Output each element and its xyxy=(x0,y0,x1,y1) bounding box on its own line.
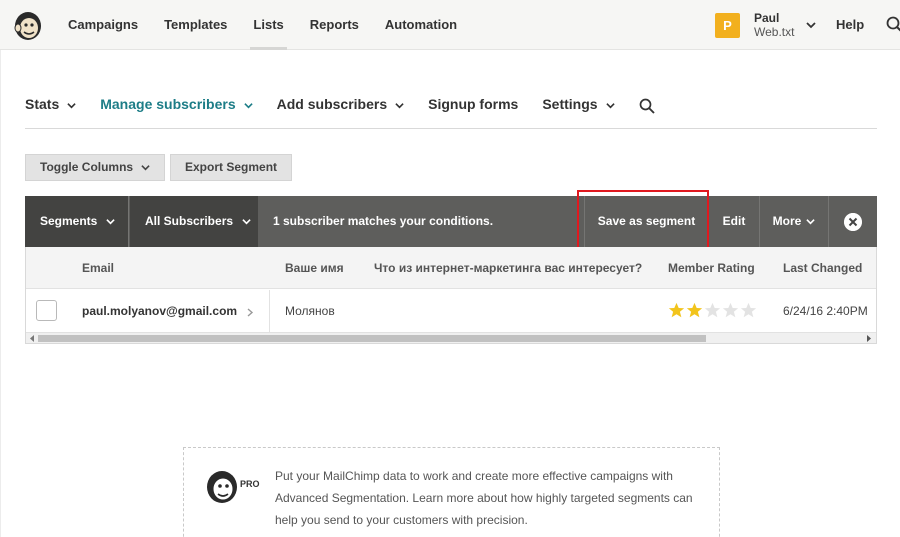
account-org: Web.txt xyxy=(754,25,795,39)
subnav-settings[interactable]: Settings xyxy=(542,96,615,118)
edit-button[interactable]: Edit xyxy=(709,196,760,247)
account-name: Paul xyxy=(754,11,780,25)
chevron-down-icon xyxy=(806,219,816,225)
table-header: Email Ваше имя Что из интернет-маркетинг… xyxy=(26,247,876,289)
column-name[interactable]: Ваше имя xyxy=(285,247,344,289)
chevron-right-icon[interactable] xyxy=(246,308,254,317)
page-left-border xyxy=(0,50,1,537)
main-nav: Campaigns Templates Lists Reports Automa… xyxy=(68,0,483,50)
promo-text: Put your MailChimp data to work and crea… xyxy=(275,469,693,527)
more-label: More xyxy=(772,214,802,228)
subscriber-name: Молянов xyxy=(285,304,335,318)
member-rating-stars xyxy=(668,302,758,319)
chevron-down-icon xyxy=(67,103,76,109)
star-empty-icon xyxy=(740,302,757,318)
nav-lists[interactable]: Lists xyxy=(250,0,288,50)
segments-label: Segments xyxy=(40,214,98,228)
subnav-stats-label: Stats xyxy=(25,96,60,112)
close-icon[interactable] xyxy=(844,213,862,231)
subnav-signup-forms-label: Signup forms xyxy=(428,96,519,112)
subscribers-table: Email Ваше имя Что из интернет-маркетинг… xyxy=(25,247,877,344)
nav-reports[interactable]: Reports xyxy=(310,0,359,50)
help-link[interactable]: Help xyxy=(836,0,864,50)
toggle-columns-label: Toggle Columns xyxy=(40,160,134,174)
row-checkbox[interactable] xyxy=(36,300,57,321)
chevron-down-icon xyxy=(806,22,817,29)
top-navigation-bar: Campaigns Templates Lists Reports Automa… xyxy=(0,0,900,50)
search-icon[interactable] xyxy=(886,16,900,34)
horizontal-scrollbar[interactable] xyxy=(26,332,876,343)
scrollbar-thumb[interactable] xyxy=(38,335,706,342)
segments-dropdown[interactable]: Segments xyxy=(25,196,129,247)
star-filled-icon xyxy=(686,302,703,318)
save-as-segment-button[interactable]: Save as segment xyxy=(584,196,709,247)
all-subscribers-dropdown[interactable]: All Subscribers xyxy=(130,196,258,247)
star-empty-icon xyxy=(704,302,721,318)
mailchimp-logo-icon[interactable] xyxy=(12,8,44,42)
star-filled-icon xyxy=(668,302,685,318)
subnav-add-subscribers[interactable]: Add subscribers xyxy=(277,96,404,118)
chevron-down-icon xyxy=(395,103,404,109)
account-menu[interactable]: P Paul Web.txt xyxy=(715,11,817,39)
chevron-down-icon xyxy=(242,219,251,225)
nav-templates[interactable]: Templates xyxy=(164,0,227,50)
export-segment-button[interactable]: Export Segment xyxy=(170,154,293,181)
account-avatar: P xyxy=(715,12,740,38)
last-changed-value: 6/24/16 2:40PM xyxy=(783,304,868,318)
subnav-manage-subscribers-label: Manage subscribers xyxy=(100,96,236,112)
pro-promo-box: PRO Put your MailChimp data to work and … xyxy=(183,447,720,537)
chevron-down-icon xyxy=(141,165,150,171)
subnav-add-subscribers-label: Add subscribers xyxy=(276,96,388,112)
toggle-columns-button[interactable]: Toggle Columns xyxy=(25,154,166,181)
match-count-text: 1 subscriber matches your conditions. xyxy=(273,214,494,228)
chevron-down-icon xyxy=(106,219,116,225)
chevron-down-icon xyxy=(243,103,253,109)
email-cell[interactable]: paul.molyanov@gmail.com xyxy=(26,290,270,332)
list-subnav: Stats Manage subscribers Add subscribers… xyxy=(25,96,877,129)
subnav-settings-label: Settings xyxy=(542,96,598,112)
more-dropdown[interactable]: More xyxy=(760,196,829,247)
nav-campaigns[interactable]: Campaigns xyxy=(68,0,138,50)
subscriber-email[interactable]: paul.molyanov@gmail.com xyxy=(82,290,237,332)
subnav-manage-subscribers[interactable]: Manage subscribers xyxy=(100,96,253,118)
mailchimp-freddie-icon xyxy=(207,471,237,503)
scroll-left-arrow-icon[interactable] xyxy=(29,335,35,342)
star-empty-icon xyxy=(722,302,739,318)
pro-badge: PRO xyxy=(240,479,260,489)
table-row[interactable]: paul.molyanov@gmail.com Молянов 6/24/16 … xyxy=(26,290,876,332)
subnav-stats[interactable]: Stats xyxy=(25,96,76,118)
segment-bar: Segments All Subscribers 1 subscriber ma… xyxy=(25,196,877,247)
column-member-rating[interactable]: Member Rating xyxy=(668,247,755,289)
search-icon[interactable] xyxy=(639,98,655,114)
column-email[interactable]: Email xyxy=(82,247,114,289)
subnav-signup-forms[interactable]: Signup forms xyxy=(428,96,518,118)
column-interest[interactable]: Что из интернет-маркетинга вас интересуе… xyxy=(374,247,642,289)
nav-automation[interactable]: Automation xyxy=(385,0,457,50)
scroll-right-arrow-icon[interactable] xyxy=(866,335,872,342)
column-last-changed[interactable]: Last Changed xyxy=(783,247,862,289)
account-text: Paul Web.txt xyxy=(754,11,794,39)
chevron-down-icon xyxy=(605,103,615,109)
all-subscribers-label: All Subscribers xyxy=(145,214,234,228)
